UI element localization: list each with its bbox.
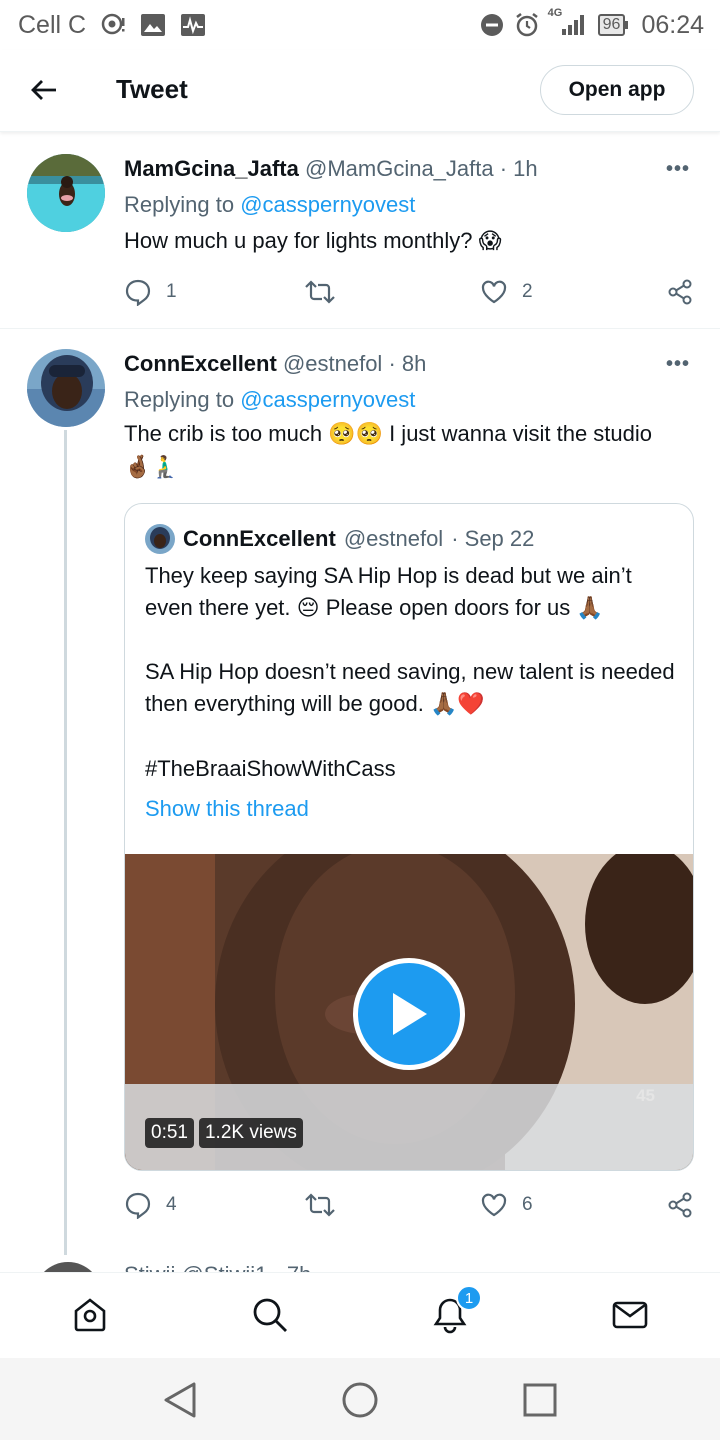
display-name[interactable]: ConnExcellent bbox=[124, 351, 277, 376]
heart-icon bbox=[481, 280, 507, 304]
home-tab[interactable] bbox=[68, 1293, 112, 1337]
circle-home-icon bbox=[342, 1382, 378, 1418]
play-icon bbox=[393, 993, 427, 1035]
video-player[interactable]: 45 0:51 1.2K views bbox=[125, 854, 693, 1170]
share-button[interactable] bbox=[666, 278, 694, 306]
hashtag-link[interactable]: #TheBraaiShowWithCass bbox=[145, 756, 396, 782]
reply-count: 4 bbox=[166, 1194, 177, 1215]
reply-icon bbox=[125, 279, 151, 306]
share-icon bbox=[668, 279, 692, 305]
notification-badge: 1 bbox=[456, 1285, 482, 1311]
replying-to-prefix: Replying to bbox=[124, 192, 235, 217]
back-button[interactable] bbox=[24, 70, 64, 110]
mail-icon bbox=[612, 1301, 648, 1329]
system-back-button[interactable] bbox=[158, 1378, 202, 1422]
reply-button[interactable]: 1 bbox=[124, 278, 177, 306]
alarm-icon bbox=[514, 12, 540, 38]
quoted-display-name: ConnExcellent bbox=[183, 526, 336, 551]
video-views: 1.2K views bbox=[198, 1118, 303, 1148]
arrow-left-icon bbox=[31, 80, 56, 100]
network-type-label: 4G bbox=[547, 7, 563, 19]
tweet-actions: 4 6 bbox=[124, 1191, 694, 1221]
search-tab[interactable] bbox=[248, 1293, 292, 1337]
home-icon bbox=[74, 1298, 106, 1332]
more-dots-icon: ••• bbox=[665, 158, 690, 180]
top-app-bar: Tweet Open app bbox=[0, 50, 720, 132]
quoted-paragraph: SA Hip Hop doesn’t need saving, new tale… bbox=[145, 659, 675, 716]
mention-link[interactable]: @casspernyovest bbox=[240, 192, 415, 217]
like-button[interactable]: 2 bbox=[480, 278, 533, 306]
tweet-author-line: ConnExcellent @estnefol · 8h bbox=[124, 351, 426, 377]
play-button[interactable] bbox=[353, 958, 465, 1070]
more-dots-icon: ••• bbox=[665, 353, 690, 375]
carrier-label: Cell C bbox=[18, 10, 87, 39]
quoted-paragraph: They keep saying SA Hip Hop is dead but … bbox=[145, 563, 632, 620]
messages-tab[interactable] bbox=[608, 1293, 652, 1337]
like-button[interactable]: 6 bbox=[480, 1191, 533, 1219]
avatar bbox=[34, 1262, 102, 1272]
video-overlay-count: 45 bbox=[636, 1086, 655, 1105]
quoted-tweet[interactable]: ConnExcellent @estnefol · Sep 22 They ke… bbox=[124, 503, 694, 1171]
next-tweet-partial[interactable]: Stiwii @Stiwii1 · 7h bbox=[0, 1256, 720, 1272]
status-bar: Cell C 4G 96 06:24 bbox=[0, 0, 720, 50]
retweet-button[interactable] bbox=[304, 1191, 336, 1219]
show-thread-link[interactable]: Show this thread bbox=[145, 796, 309, 822]
replying-to: Replying to @casspernyovest bbox=[124, 192, 415, 218]
search-icon bbox=[253, 1298, 287, 1332]
clock: 06:24 bbox=[641, 10, 704, 39]
video-badges: 0:51 1.2K views bbox=[145, 1118, 303, 1148]
battery-indicator: 96 bbox=[597, 14, 629, 36]
display-name[interactable]: MamGcina_Jafta bbox=[124, 156, 299, 181]
share-button[interactable] bbox=[666, 1191, 694, 1219]
system-navigation-bar bbox=[0, 1358, 720, 1440]
quoted-time: · Sep 22 bbox=[451, 526, 535, 551]
heart-icon bbox=[481, 1193, 507, 1217]
square-recents-icon bbox=[523, 1383, 557, 1417]
bottom-tab-bar: 1 bbox=[0, 1272, 720, 1358]
retweet-button[interactable] bbox=[304, 278, 336, 306]
tweet-time[interactable]: · 8h bbox=[388, 351, 426, 376]
like-count: 6 bbox=[522, 1194, 533, 1215]
mention-link[interactable]: @casspernyovest bbox=[240, 387, 415, 412]
signal-icon: 4G bbox=[548, 7, 588, 37]
video-duration: 0:51 bbox=[145, 1118, 194, 1148]
retweet-icon bbox=[305, 280, 335, 304]
like-count: 2 bbox=[522, 281, 533, 302]
next-tweet-author: Stiwii @Stiwii1 · 7h bbox=[124, 1262, 311, 1272]
reply-button[interactable]: 4 bbox=[124, 1191, 177, 1219]
quoted-text: They keep saying SA Hip Hop is dead but … bbox=[145, 560, 675, 752]
more-options-button[interactable]: ••• bbox=[666, 353, 690, 376]
page-title: Tweet bbox=[116, 74, 188, 104]
avatar[interactable] bbox=[27, 154, 105, 232]
reply-icon bbox=[125, 1192, 151, 1219]
avatar[interactable] bbox=[27, 349, 105, 427]
system-home-button[interactable] bbox=[338, 1378, 382, 1422]
share-icon bbox=[668, 1192, 692, 1218]
tweet-time[interactable]: · 1h bbox=[500, 156, 538, 181]
triangle-back-icon bbox=[164, 1382, 196, 1418]
tweet-author-line: MamGcina_Jafta @MamGcina_Jafta · 1h bbox=[124, 156, 538, 182]
reply-count: 1 bbox=[166, 281, 177, 302]
tweet-reply-1[interactable]: MamGcina_Jafta @MamGcina_Jafta · 1h ••• … bbox=[0, 132, 720, 328]
quoted-author-line: ConnExcellent @estnefol · Sep 22 bbox=[145, 524, 534, 554]
retweet-icon bbox=[305, 1193, 335, 1217]
tweet-actions: 1 2 bbox=[124, 278, 694, 308]
hotspot-icon bbox=[100, 12, 126, 38]
tweet-text: The crib is too much 🥺🥺 I just wanna vis… bbox=[124, 421, 652, 479]
quoted-handle: @estnefol bbox=[343, 526, 444, 551]
quoted-avatar bbox=[145, 524, 175, 554]
tweet-text: How much u pay for lights monthly? 😱 bbox=[124, 228, 502, 253]
user-handle[interactable]: @estnefol bbox=[283, 351, 382, 376]
image-icon bbox=[140, 13, 166, 37]
open-app-button[interactable]: Open app bbox=[540, 65, 694, 115]
replying-to-prefix: Replying to bbox=[124, 387, 235, 412]
notifications-tab[interactable]: 1 bbox=[428, 1285, 482, 1337]
more-options-button[interactable]: ••• bbox=[666, 158, 690, 181]
activity-icon bbox=[180, 13, 206, 37]
replying-to: Replying to @casspernyovest bbox=[124, 387, 415, 413]
system-recents-button[interactable] bbox=[518, 1378, 562, 1422]
do-not-disturb-icon bbox=[480, 13, 504, 37]
user-handle[interactable]: @MamGcina_Jafta bbox=[305, 156, 494, 181]
